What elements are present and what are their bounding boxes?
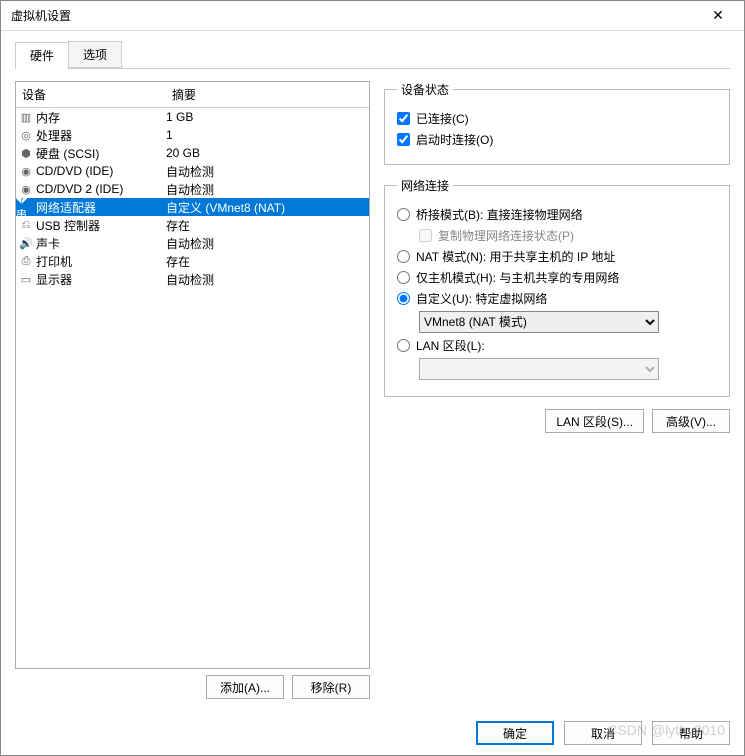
col-summary: 摘要 bbox=[166, 82, 369, 107]
network-legend: 网络连接 bbox=[397, 177, 453, 194]
bridged-label: 桥接模式(B): 直接连接物理网络 bbox=[416, 206, 583, 223]
help-button[interactable]: 帮助 bbox=[652, 721, 730, 745]
hostonly-row[interactable]: 仅主机模式(H): 与主机共享的专用网络 bbox=[397, 269, 717, 286]
right-buttons: LAN 区段(S)... 高级(V)... bbox=[384, 409, 730, 433]
lan-select-row bbox=[419, 358, 717, 380]
cancel-button[interactable]: 取消 bbox=[564, 721, 642, 745]
content-area: 硬件 选项 设备 摘要 ▥内存1 GB◎处理器1⬢硬盘 (SCSI)20 GB◉… bbox=[1, 31, 744, 711]
tab-options[interactable]: 选项 bbox=[68, 41, 122, 68]
table-body[interactable]: ▥内存1 GB◎处理器1⬢硬盘 (SCSI)20 GB◉CD/DVD (IDE)… bbox=[16, 108, 369, 668]
usb-icon: ⎌ bbox=[16, 219, 36, 232]
panels: 设备 摘要 ▥内存1 GB◎处理器1⬢硬盘 (SCSI)20 GB◉CD/DVD… bbox=[15, 69, 730, 705]
device-name: 内存 bbox=[36, 109, 166, 126]
connect-on-power-row[interactable]: 启动时连接(O) bbox=[397, 131, 717, 148]
device-summary: 自动检测 bbox=[166, 181, 369, 198]
device-summary: 存在 bbox=[166, 217, 369, 234]
table-row[interactable]: ◎处理器1 bbox=[16, 126, 369, 144]
close-button[interactable]: ✕ bbox=[698, 2, 738, 30]
device-name: 打印机 bbox=[36, 253, 166, 270]
advanced-button[interactable]: 高级(V)... bbox=[652, 409, 730, 433]
custom-radio[interactable] bbox=[397, 292, 410, 305]
device-table: 设备 摘要 ▥内存1 GB◎处理器1⬢硬盘 (SCSI)20 GB◉CD/DVD… bbox=[15, 81, 370, 669]
nat-row[interactable]: NAT 模式(N): 用于共享主机的 IP 地址 bbox=[397, 248, 717, 265]
dialog-buttons: 确定 取消 帮助 bbox=[1, 711, 744, 755]
table-row[interactable]: 🔊声卡自动检测 bbox=[16, 234, 369, 252]
cpu-icon: ◎ bbox=[16, 129, 36, 142]
device-summary: 存在 bbox=[166, 253, 369, 270]
device-status-group: 设备状态 已连接(C) 启动时连接(O) bbox=[384, 81, 730, 165]
cd-icon: ◉ bbox=[16, 165, 36, 178]
display-icon: ▭ bbox=[16, 273, 36, 286]
connected-row[interactable]: 已连接(C) bbox=[397, 110, 717, 127]
device-name: 声卡 bbox=[36, 235, 166, 252]
device-name: 处理器 bbox=[36, 127, 166, 144]
nat-radio[interactable] bbox=[397, 250, 410, 263]
hostonly-radio[interactable] bbox=[397, 271, 410, 284]
hostonly-label: 仅主机模式(H): 与主机共享的专用网络 bbox=[416, 269, 619, 286]
table-row[interactable]: ⎙打印机存在 bbox=[16, 252, 369, 270]
disk-icon: ⬢ bbox=[16, 147, 36, 160]
device-name: 显示器 bbox=[36, 271, 166, 288]
custom-vmnet-select[interactable]: VMnet8 (NAT 模式) bbox=[419, 311, 659, 333]
replicate-row: 复制物理网络连接状态(P) bbox=[419, 227, 717, 244]
replicate-checkbox bbox=[419, 229, 432, 242]
lan-label: LAN 区段(L): bbox=[416, 337, 485, 354]
device-summary: 自动检测 bbox=[166, 235, 369, 252]
connected-label: 已连接(C) bbox=[416, 110, 469, 127]
bridged-row[interactable]: 桥接模式(B): 直接连接物理网络 bbox=[397, 206, 717, 223]
table-row[interactable]: ◉CD/DVD 2 (IDE)自动检测 bbox=[16, 180, 369, 198]
device-name: CD/DVD 2 (IDE) bbox=[36, 182, 166, 196]
network-icon: �串 bbox=[16, 193, 36, 222]
replicate-label: 复制物理网络连接状态(P) bbox=[438, 227, 574, 244]
right-panel: 设备状态 已连接(C) 启动时连接(O) 网络连接 桥接模式(B): 直接连接物 bbox=[384, 81, 730, 705]
connect-on-power-checkbox[interactable] bbox=[397, 133, 410, 146]
connect-on-power-label: 启动时连接(O) bbox=[416, 131, 493, 148]
table-row[interactable]: ◉CD/DVD (IDE)自动检测 bbox=[16, 162, 369, 180]
device-summary: 1 bbox=[166, 128, 369, 142]
device-name: 硬盘 (SCSI) bbox=[36, 145, 166, 162]
device-summary: 自定义 (VMnet8 (NAT) bbox=[166, 199, 369, 216]
device-summary: 20 GB bbox=[166, 146, 369, 160]
lan-segment-select bbox=[419, 358, 659, 380]
ok-button[interactable]: 确定 bbox=[476, 721, 554, 745]
table-row[interactable]: ⎌USB 控制器存在 bbox=[16, 216, 369, 234]
table-row[interactable]: �串网络适配器自定义 (VMnet8 (NAT) bbox=[16, 198, 369, 216]
titlebar: 虚拟机设置 ✕ bbox=[1, 1, 744, 31]
lan-segments-button[interactable]: LAN 区段(S)... bbox=[545, 409, 644, 433]
connected-checkbox[interactable] bbox=[397, 112, 410, 125]
table-row[interactable]: ▥内存1 GB bbox=[16, 108, 369, 126]
table-header: 设备 摘要 bbox=[16, 82, 369, 108]
device-name: USB 控制器 bbox=[36, 217, 166, 234]
printer-icon: ⎙ bbox=[16, 255, 36, 268]
settings-window: 虚拟机设置 ✕ 硬件 选项 设备 摘要 ▥内存1 GB◎处理器1⬢硬盘 (SCS… bbox=[0, 0, 745, 756]
device-name: 网络适配器 bbox=[36, 199, 166, 216]
device-status-legend: 设备状态 bbox=[397, 81, 453, 98]
network-connection-group: 网络连接 桥接模式(B): 直接连接物理网络 复制物理网络连接状态(P) NAT… bbox=[384, 177, 730, 397]
bridged-radio[interactable] bbox=[397, 208, 410, 221]
device-name: CD/DVD (IDE) bbox=[36, 164, 166, 178]
tab-hardware[interactable]: 硬件 bbox=[15, 42, 69, 69]
col-device: 设备 bbox=[16, 82, 166, 107]
device-summary: 自动检测 bbox=[166, 163, 369, 180]
custom-select-row: VMnet8 (NAT 模式) bbox=[419, 311, 717, 333]
add-button[interactable]: 添加(A)... bbox=[206, 675, 284, 699]
remove-button[interactable]: 移除(R) bbox=[292, 675, 370, 699]
left-panel: 设备 摘要 ▥内存1 GB◎处理器1⬢硬盘 (SCSI)20 GB◉CD/DVD… bbox=[15, 81, 370, 705]
device-summary: 自动检测 bbox=[166, 271, 369, 288]
tab-strip: 硬件 选项 bbox=[15, 41, 730, 69]
window-title: 虚拟机设置 bbox=[7, 7, 698, 24]
device-summary: 1 GB bbox=[166, 110, 369, 124]
custom-label: 自定义(U): 特定虚拟网络 bbox=[416, 290, 547, 307]
custom-row[interactable]: 自定义(U): 特定虚拟网络 bbox=[397, 290, 717, 307]
table-row[interactable]: ▭显示器自动检测 bbox=[16, 270, 369, 288]
sound-icon: 🔊 bbox=[16, 237, 36, 250]
memory-icon: ▥ bbox=[16, 111, 36, 124]
lan-radio[interactable] bbox=[397, 339, 410, 352]
left-buttons: 添加(A)... 移除(R) bbox=[15, 669, 370, 705]
table-row[interactable]: ⬢硬盘 (SCSI)20 GB bbox=[16, 144, 369, 162]
nat-label: NAT 模式(N): 用于共享主机的 IP 地址 bbox=[416, 248, 615, 265]
lan-row[interactable]: LAN 区段(L): bbox=[397, 337, 717, 354]
